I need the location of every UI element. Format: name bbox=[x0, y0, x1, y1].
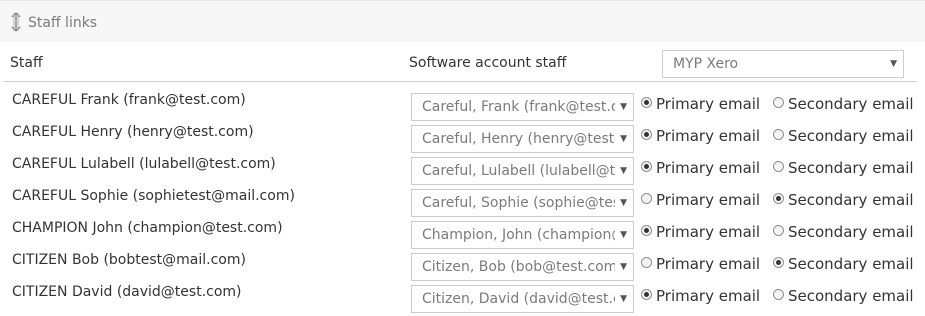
primary-email-label: Primary email bbox=[656, 159, 761, 177]
account-select-value: Careful, Henry (henry@test.com) bbox=[422, 131, 615, 147]
primary-email-option[interactable]: Primary email bbox=[641, 127, 760, 147]
software-select-value: MYP Xero bbox=[673, 56, 739, 72]
staff-name: CAREFUL Henry (henry@test.com) bbox=[12, 124, 254, 140]
chevron-down-icon: ▼ bbox=[617, 222, 627, 248]
primary-email-label: Primary email bbox=[656, 191, 761, 209]
secondary-email-radio[interactable] bbox=[773, 129, 784, 140]
secondary-email-option[interactable]: Secondary email bbox=[773, 159, 914, 179]
primary-email-option[interactable]: Primary email bbox=[641, 223, 760, 243]
primary-email-option[interactable]: Primary email bbox=[641, 287, 760, 307]
secondary-email-label: Secondary email bbox=[788, 95, 914, 113]
secondary-email-option[interactable]: Secondary email bbox=[773, 127, 914, 147]
secondary-email-label: Secondary email bbox=[788, 191, 914, 209]
account-select[interactable]: Careful, Sophie (sophie@test.com)▼ bbox=[411, 189, 634, 217]
secondary-email-option[interactable]: Secondary email bbox=[773, 287, 914, 307]
secondary-email-radio[interactable] bbox=[773, 193, 784, 204]
staff-row: CITIZEN Bob (bobtest@mail.com) Citizen, B… bbox=[0, 252, 925, 284]
staff-row: CAREFUL Henry (henry@test.com) Careful, H… bbox=[0, 124, 925, 156]
secondary-email-label: Secondary email bbox=[788, 287, 914, 305]
column-header-software-account: Software account staff bbox=[409, 55, 567, 71]
secondary-email-label: Secondary email bbox=[788, 159, 914, 177]
secondary-email-option[interactable]: Secondary email bbox=[773, 191, 914, 211]
chevron-down-icon: ▼ bbox=[617, 254, 627, 280]
primary-email-label: Primary email bbox=[656, 127, 761, 145]
staff-name: CAREFUL Sophie (sophietest@mail.com) bbox=[12, 188, 295, 204]
secondary-email-radio[interactable] bbox=[773, 225, 784, 236]
staff-row: CAREFUL Frank (frank@test.com) Careful, F… bbox=[0, 92, 925, 124]
chevron-down-icon: ▼ bbox=[617, 286, 627, 312]
staff-name: CITIZEN Bob (bobtest@mail.com) bbox=[12, 252, 246, 268]
primary-email-label: Primary email bbox=[656, 287, 761, 305]
staff-row: CAREFUL Sophie (sophietest@mail.com) Care… bbox=[0, 188, 925, 220]
header-divider bbox=[4, 81, 917, 82]
account-select[interactable]: Careful, Frank (frank@test.com)▼ bbox=[411, 93, 634, 121]
staff-name: CHAMPION John (champion@test.com) bbox=[12, 220, 283, 236]
secondary-email-radio[interactable] bbox=[773, 289, 784, 300]
account-select-value: Careful, Sophie (sophie@test.com) bbox=[422, 195, 615, 211]
chevron-down-icon: ▼ bbox=[887, 51, 897, 77]
primary-email-radio[interactable] bbox=[641, 257, 652, 268]
secondary-email-option[interactable]: Secondary email bbox=[773, 223, 914, 243]
account-select[interactable]: Careful, Henry (henry@test.com)▼ bbox=[411, 125, 634, 153]
account-select[interactable]: Citizen, Bob (bob@test.com) ▼ bbox=[411, 253, 634, 281]
account-select-value: Champion, John (champion@test.com) bbox=[422, 227, 615, 243]
software-select[interactable]: MYP Xero ▼ bbox=[662, 50, 904, 78]
staff-name: CAREFUL Frank (frank@test.com) bbox=[12, 92, 246, 108]
staff-row: CHAMPION John (champion@test.com) Champio… bbox=[0, 220, 925, 252]
account-select-value: Citizen, David (david@test.com) bbox=[422, 291, 615, 307]
staff-row: CITIZEN David (david@test.com) Citizen, D… bbox=[0, 284, 925, 316]
primary-email-option[interactable]: Primary email bbox=[641, 95, 760, 115]
primary-email-radio[interactable] bbox=[641, 97, 652, 108]
panel-title: Staff links bbox=[28, 15, 98, 31]
primary-email-label: Primary email bbox=[656, 95, 761, 113]
secondary-email-radio[interactable] bbox=[773, 161, 784, 172]
chevron-down-icon: ▼ bbox=[617, 94, 627, 120]
secondary-email-label: Secondary email bbox=[788, 127, 914, 145]
column-header-staff: Staff bbox=[10, 55, 43, 71]
account-select[interactable]: Citizen, David (david@test.com)▼ bbox=[411, 285, 634, 313]
secondary-email-option[interactable]: Secondary email bbox=[773, 95, 914, 115]
chevron-down-icon: ▼ bbox=[617, 190, 627, 216]
primary-email-radio[interactable] bbox=[641, 289, 652, 300]
secondary-email-label: Secondary email bbox=[788, 255, 914, 273]
primary-email-option[interactable]: Primary email bbox=[641, 159, 760, 179]
primary-email-radio[interactable] bbox=[641, 225, 652, 236]
primary-email-radio[interactable] bbox=[641, 129, 652, 140]
account-select-value: Citizen, Bob (bob@test.com) bbox=[422, 259, 615, 275]
primary-email-radio[interactable] bbox=[641, 193, 652, 204]
sort-vertical-icon bbox=[11, 12, 21, 32]
account-select-value: Careful, Frank (frank@test.com) bbox=[422, 99, 615, 115]
account-select[interactable]: Champion, John (champion@test.com)▼ bbox=[411, 221, 634, 249]
chevron-down-icon: ▼ bbox=[617, 126, 627, 152]
primary-email-radio[interactable] bbox=[641, 161, 652, 172]
staff-name: CAREFUL Lulabell (lulabell@test.com) bbox=[12, 156, 276, 172]
staff-name: CITIZEN David (david@test.com) bbox=[12, 284, 242, 300]
account-select-value: Careful, Lulabell (lulabell@test.com) bbox=[422, 163, 615, 179]
chevron-down-icon: ▼ bbox=[617, 158, 627, 184]
secondary-email-radio[interactable] bbox=[773, 97, 784, 108]
primary-email-label: Primary email bbox=[656, 223, 761, 241]
secondary-email-label: Secondary email bbox=[788, 223, 914, 241]
secondary-email-radio[interactable] bbox=[773, 257, 784, 268]
panel-header[interactable]: Staff links bbox=[0, 0, 925, 42]
account-select[interactable]: Careful, Lulabell (lulabell@test.com)▼ bbox=[411, 157, 634, 185]
primary-email-option[interactable]: Primary email bbox=[641, 191, 760, 211]
secondary-email-option[interactable]: Secondary email bbox=[773, 255, 914, 275]
primary-email-label: Primary email bbox=[656, 255, 761, 273]
primary-email-option[interactable]: Primary email bbox=[641, 255, 760, 275]
staff-row: CAREFUL Lulabell (lulabell@test.com) Care… bbox=[0, 156, 925, 188]
